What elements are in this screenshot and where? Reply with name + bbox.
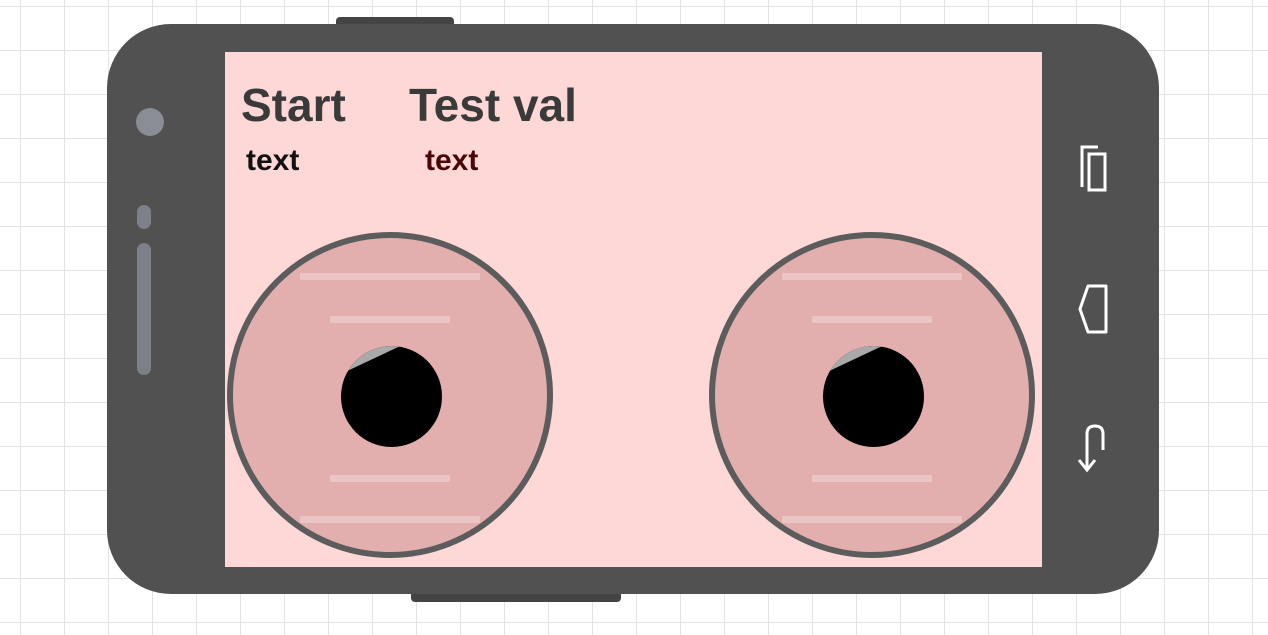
joystick-stripe [330, 475, 450, 482]
recent-apps-icon[interactable] [1076, 143, 1112, 200]
left-joystick[interactable] [227, 232, 553, 558]
left-joystick-knob[interactable] [341, 346, 442, 447]
home-icon[interactable] [1076, 283, 1112, 344]
test-val-title: Test val [409, 79, 577, 131]
joystick-stripe [300, 273, 480, 280]
joystick-stripe [812, 475, 932, 482]
back-icon[interactable] [1076, 422, 1112, 483]
camera-icon [136, 108, 164, 136]
sensor-icon [137, 205, 151, 229]
test-value-text: text [425, 144, 479, 177]
right-joystick-knob[interactable] [823, 346, 924, 447]
right-joystick[interactable] [709, 232, 1035, 558]
joystick-stripe [300, 516, 480, 523]
knob-highlight-icon [823, 346, 883, 374]
start-title: Start [241, 79, 346, 131]
joystick-stripe [812, 316, 932, 323]
knob-highlight-icon [341, 346, 401, 374]
start-value-text: text [246, 144, 300, 177]
joystick-stripe [782, 516, 962, 523]
speaker-grille [137, 243, 151, 375]
joystick-stripe [330, 316, 450, 323]
app-screen: Start text Test val text [225, 52, 1042, 567]
joystick-stripe [782, 273, 962, 280]
